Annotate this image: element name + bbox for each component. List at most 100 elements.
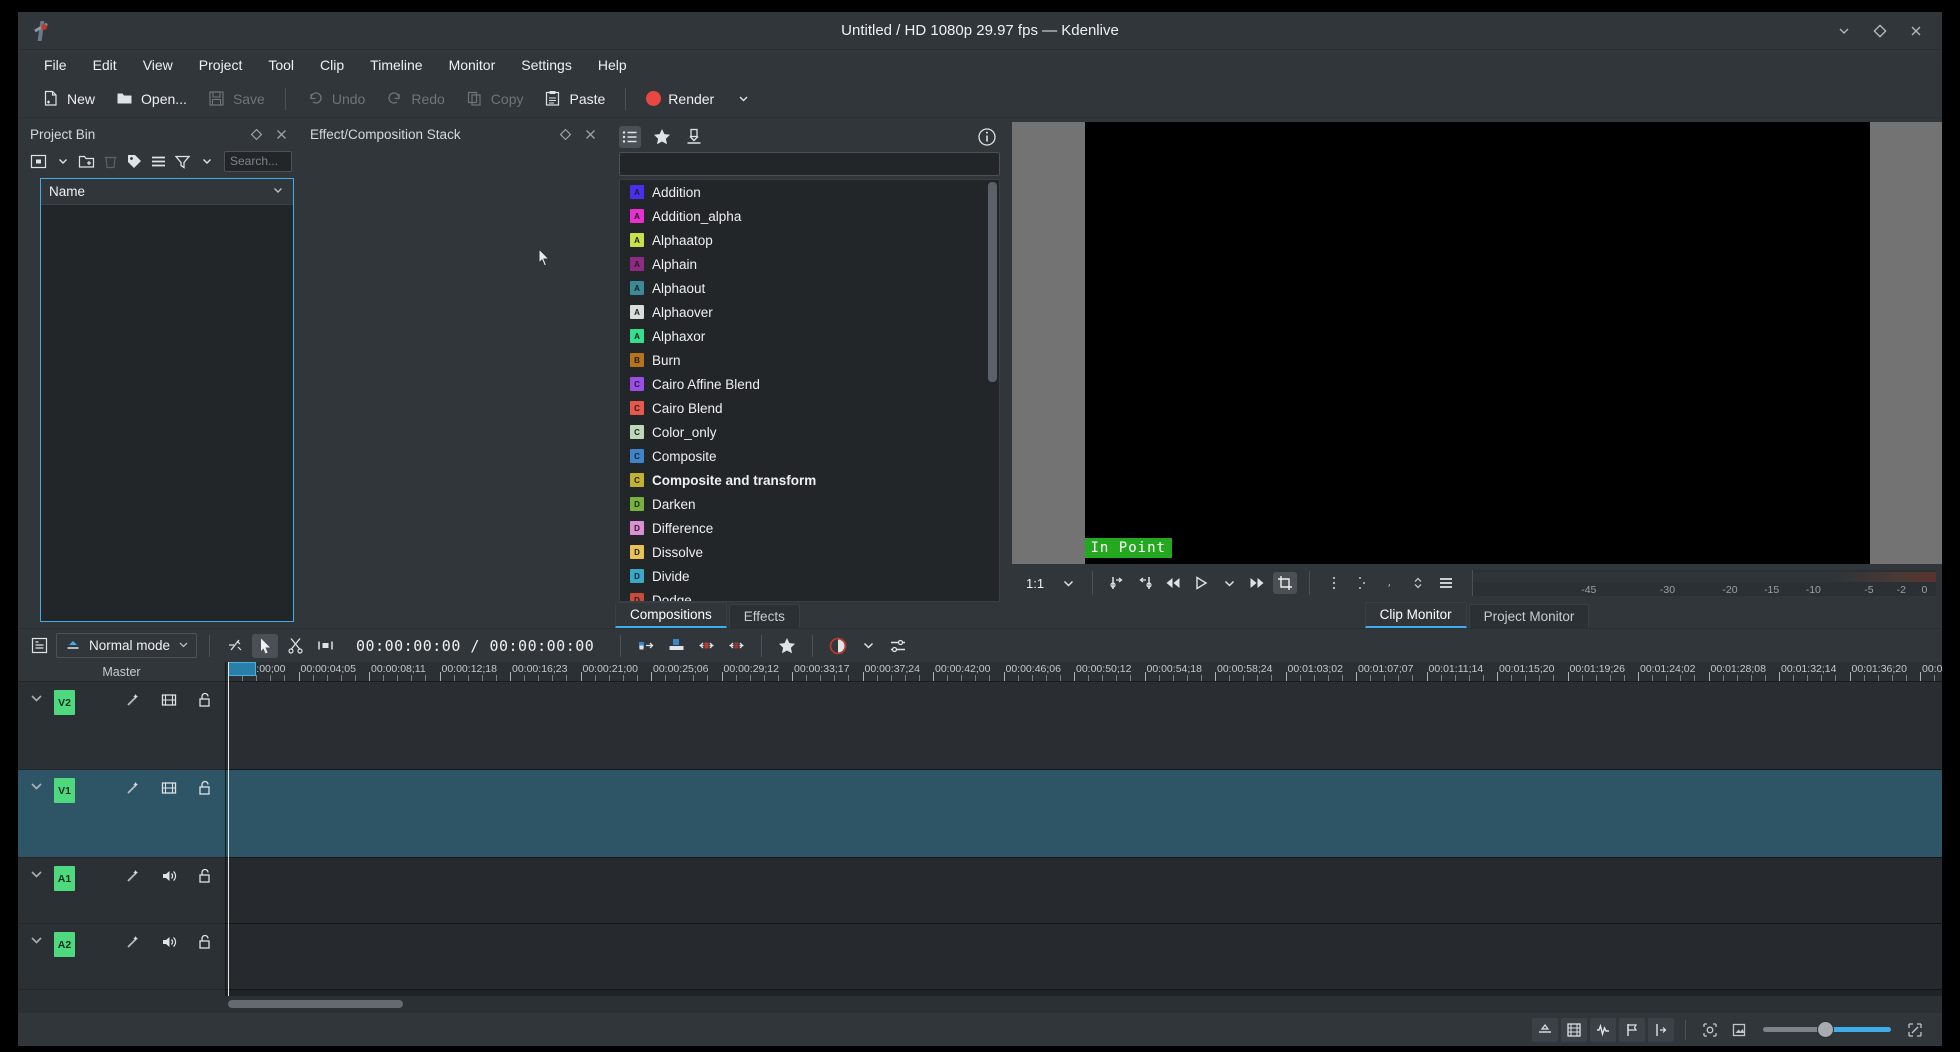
list-view-icon[interactable]: [619, 126, 641, 148]
composition-item[interactable]: DDifference: [620, 516, 999, 540]
chevron-down-icon[interactable]: [1056, 572, 1080, 594]
zoom-slider-handle[interactable]: [1817, 1021, 1834, 1038]
lock-open-icon[interactable]: [195, 866, 215, 886]
menu-timeline[interactable]: Timeline: [358, 53, 434, 77]
markers-toggle-icon[interactable]: [1619, 1018, 1645, 1042]
favorites-star-icon[interactable]: [774, 634, 800, 658]
add-clip-icon[interactable]: [28, 151, 49, 172]
track-name-badge[interactable]: A1: [54, 866, 75, 891]
track-lane-a1[interactable]: [226, 858, 1942, 924]
playhead-handle[interactable]: [228, 662, 256, 676]
insert-zone-icon[interactable]: [633, 634, 659, 658]
mixer-icon[interactable]: [1697, 1018, 1723, 1042]
monitor-video-area[interactable]: In Point: [1085, 122, 1870, 564]
float-panel-icon[interactable]: [250, 128, 263, 141]
effects-wand-icon[interactable]: [123, 932, 143, 952]
fast-forward-icon[interactable]: [1245, 572, 1269, 594]
composition-item[interactable]: AAddition: [620, 180, 999, 204]
tab-effects[interactable]: Effects: [729, 604, 800, 628]
track-name-badge[interactable]: A2: [54, 932, 75, 957]
minimize-icon[interactable]: [1836, 23, 1852, 39]
menu-file[interactable]: File: [32, 53, 79, 77]
list-view-icon[interactable]: [148, 151, 169, 172]
preview-render-icon[interactable]: [1726, 1018, 1752, 1042]
snap-toggle-icon[interactable]: [1648, 1018, 1674, 1042]
menu-monitor[interactable]: Monitor: [437, 53, 508, 77]
lock-open-icon[interactable]: [195, 778, 215, 798]
video-film-icon[interactable]: [159, 690, 179, 710]
tab-compositions[interactable]: Compositions: [615, 602, 727, 628]
timeline-ruler[interactable]: 00:00:00;0000:00:04;0500:00:08;1100:00:1…: [226, 662, 1942, 682]
chevron-down-icon[interactable]: [28, 932, 46, 950]
track-header-v2[interactable]: V2: [18, 682, 225, 770]
effects-wand-icon[interactable]: [123, 866, 143, 886]
comma-icon[interactable]: [1378, 572, 1402, 594]
timeline-horizontal-scrollbar[interactable]: [18, 996, 1942, 1012]
composition-item[interactable]: AAddition_alpha: [620, 204, 999, 228]
chevron-down-icon[interactable]: [28, 778, 46, 796]
track-header-v1[interactable]: V1: [18, 770, 225, 858]
track-header-a2[interactable]: A2: [18, 924, 225, 990]
fit-zoom-icon[interactable]: [1532, 1018, 1558, 1042]
download-icon[interactable]: [683, 126, 705, 148]
close-icon[interactable]: [1908, 23, 1924, 39]
render-button[interactable]: Render: [637, 87, 723, 111]
effect-stack-body[interactable]: [302, 146, 607, 628]
spacer-tool-icon[interactable]: [312, 634, 338, 658]
speaker-icon[interactable]: [159, 932, 179, 952]
composition-item[interactable]: CCairo Blend: [620, 396, 999, 420]
chevron-down-icon[interactable]: [52, 151, 73, 172]
effects-wand-icon[interactable]: [123, 690, 143, 710]
set-zone-in-icon[interactable]: [1105, 572, 1129, 594]
menu-hamburger-icon[interactable]: [1434, 572, 1458, 594]
updown-icon[interactable]: [1406, 572, 1430, 594]
tag-icon[interactable]: [124, 151, 145, 172]
zone-crop-icon[interactable]: [1273, 572, 1297, 594]
open-button[interactable]: Open...: [106, 85, 196, 112]
guides-icon[interactable]: [1350, 572, 1374, 594]
menu-view[interactable]: View: [131, 53, 185, 77]
effects-wand-icon[interactable]: [123, 778, 143, 798]
composition-item[interactable]: AAlphain: [620, 252, 999, 276]
composition-item[interactable]: DDissolve: [620, 540, 999, 564]
menu-settings[interactable]: Settings: [509, 53, 584, 77]
new-button[interactable]: New: [32, 85, 104, 112]
composition-item[interactable]: DDivide: [620, 564, 999, 588]
composition-item[interactable]: BBurn: [620, 348, 999, 372]
composition-item[interactable]: CCairo Affine Blend: [620, 372, 999, 396]
track-name-badge[interactable]: V1: [54, 778, 75, 803]
track-header-a1[interactable]: A1: [18, 858, 225, 924]
menu-help[interactable]: Help: [586, 53, 639, 77]
markers-icon[interactable]: [1322, 572, 1346, 594]
project-bin-column-header[interactable]: Name: [41, 179, 293, 205]
favorites-star-icon[interactable]: [651, 126, 673, 148]
composition-item[interactable]: AAlphaxor: [620, 324, 999, 348]
composition-item[interactable]: DDarken: [620, 492, 999, 516]
filter-icon[interactable]: [172, 151, 193, 172]
paste-button[interactable]: Paste: [534, 85, 614, 112]
timeline-tracks-area[interactable]: 00:00:00;0000:00:04;0500:00:08;1100:00:1…: [226, 662, 1942, 996]
chevron-down-icon[interactable]: [855, 634, 881, 658]
master-track-label[interactable]: Master: [18, 662, 225, 682]
timeline-settings-icon[interactable]: [885, 634, 911, 658]
composition-item[interactable]: DDodge: [620, 588, 999, 602]
video-thumbnails-icon[interactable]: [1561, 1018, 1587, 1042]
project-bin-items[interactable]: [41, 205, 293, 621]
float-panel-icon[interactable]: [559, 128, 572, 141]
compositions-search-input[interactable]: [619, 152, 1000, 176]
timeline-timecode[interactable]: 00:00:00:00 / 00:00:00:00: [342, 637, 608, 655]
composition-item[interactable]: AAlphaatop: [620, 228, 999, 252]
lock-open-icon[interactable]: [195, 932, 215, 952]
menu-tool[interactable]: Tool: [256, 53, 306, 77]
composition-item[interactable]: CComposite: [620, 444, 999, 468]
snap-magnet-icon[interactable]: [222, 634, 248, 658]
menu-edit[interactable]: Edit: [81, 53, 129, 77]
chevron-down-icon[interactable]: [1217, 572, 1241, 594]
composition-item[interactable]: AAlphaover: [620, 300, 999, 324]
track-lane-a2[interactable]: [226, 924, 1942, 990]
maximize-icon[interactable]: [1872, 23, 1888, 39]
set-zone-out-icon[interactable]: [1133, 572, 1157, 594]
new-folder-icon[interactable]: [76, 151, 97, 172]
lock-open-icon[interactable]: [195, 690, 215, 710]
tab-project-monitor[interactable]: Project Monitor: [1469, 604, 1590, 628]
